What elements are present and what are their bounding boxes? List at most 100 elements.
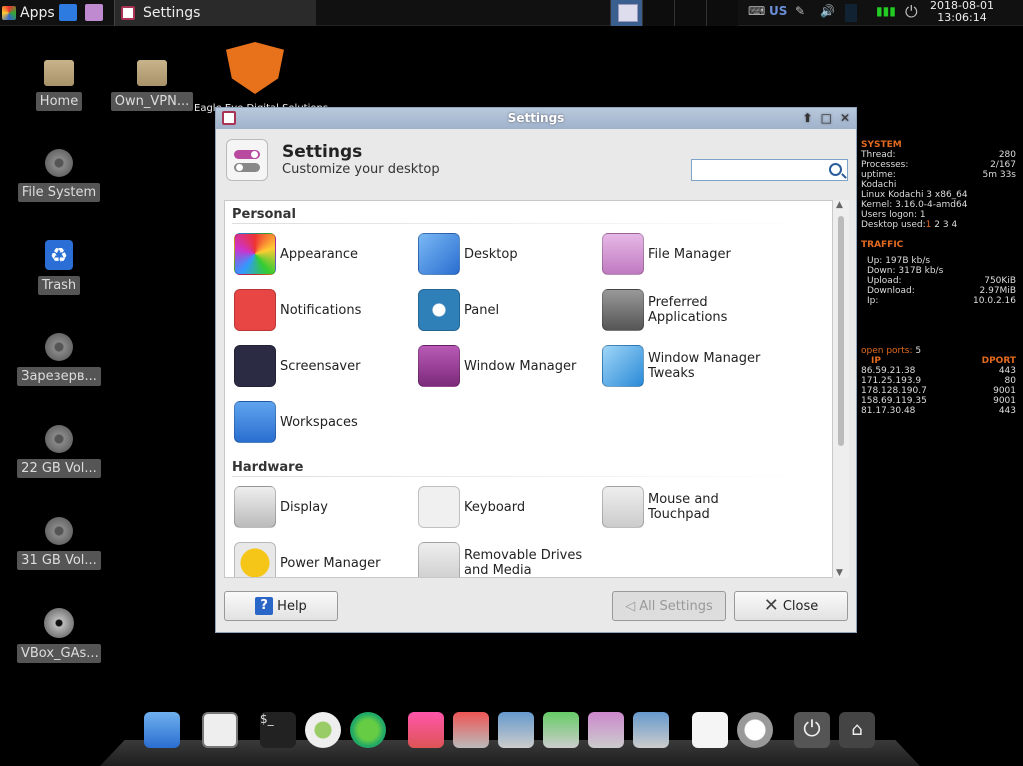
setting-keyboard[interactable]: Keyboard	[418, 485, 598, 529]
clock[interactable]: 2018-08-01 13:06:14	[928, 0, 996, 24]
dock-power-icon[interactable]: ⏻	[794, 712, 830, 748]
setting-label: Removable Drives and Media	[464, 548, 583, 578]
close-icon[interactable]: ✕	[840, 108, 850, 129]
setting-preferred-applications[interactable]: Preferred Applications	[602, 288, 782, 332]
connection-row: 178.128.190.7 9001	[861, 386, 1016, 396]
workspace-3[interactable]	[674, 0, 706, 26]
disk-usage-icon[interactable]	[305, 712, 341, 748]
help-icon: ?	[255, 597, 274, 615]
network-icon[interactable]	[498, 712, 534, 748]
cpu-graph-icon	[845, 4, 857, 22]
desktop-launcher-icon[interactable]	[59, 4, 77, 21]
down-line: Down: 317B kb/s	[867, 266, 944, 276]
desktop-icon-22gb[interactable]: 22 GB Vol...	[17, 422, 101, 482]
volume-icon[interactable]: 🔊	[820, 4, 835, 18]
search-icon[interactable]	[829, 163, 842, 176]
desktop-icon-trash[interactable]: ♻ Trash	[17, 238, 101, 299]
ck-val: 5m 33s	[982, 170, 1017, 180]
close-button[interactable]: ✕ Close	[734, 591, 848, 621]
setting-power-manager[interactable]: Power Manager	[234, 541, 414, 577]
setting-file-manager[interactable]: File Manager	[602, 232, 782, 276]
setting-removable-drives[interactable]: Removable Drives and Media	[418, 541, 598, 578]
folder-home-icon	[44, 60, 74, 86]
setting-display[interactable]: Display	[234, 485, 414, 529]
scrollbar[interactable]: ▲ ▼	[833, 200, 849, 578]
desktop-icon-file-system[interactable]: File System	[17, 146, 101, 206]
package-icon[interactable]	[408, 712, 444, 748]
wifi-icon[interactable]	[633, 712, 669, 748]
apps-menu-button[interactable]: Apps	[2, 3, 55, 23]
page-subtitle: Customize your desktop	[282, 162, 440, 177]
desktop-icon-reserved[interactable]: Зарезерв...	[17, 330, 101, 390]
globe-icon[interactable]	[350, 712, 386, 748]
terminal-icon[interactable]: $_	[260, 712, 296, 748]
search-input[interactable]	[691, 159, 848, 181]
panel-icon	[418, 289, 460, 331]
setting-mouse-touchpad[interactable]: Mouse and Touchpad	[602, 485, 782, 529]
settings-task-icon	[121, 6, 135, 20]
all-settings-button[interactable]: ◁ All Settings	[612, 591, 726, 621]
desktop-icon-home[interactable]: Home	[17, 54, 101, 115]
setting-desktop[interactable]: Desktop	[418, 232, 598, 276]
search-app-icon[interactable]	[737, 712, 773, 748]
setting-label: Display	[280, 499, 328, 515]
apps-logo-icon	[2, 6, 16, 20]
workspaces-icon	[234, 401, 276, 443]
system-monitor: SYSTEM Thread: 280 Processes: 2/167 uptime…	[861, 140, 1016, 416]
setting-window-manager-tweaks[interactable]: Window Manager Tweaks	[602, 344, 782, 388]
setting-notifications[interactable]: Notifications	[234, 288, 414, 332]
notes-icon[interactable]: ✎	[795, 4, 805, 18]
text-editor-icon[interactable]	[692, 712, 728, 748]
desktop-icon-vbox[interactable]: VBox_GAs...	[17, 606, 101, 667]
maximize-icon[interactable]: □	[821, 108, 832, 129]
trash-icon: ♻	[45, 240, 73, 270]
wm-tweaks-icon	[602, 345, 644, 387]
shade-icon[interactable]: ⬆	[803, 108, 813, 129]
setting-panel[interactable]: Panel	[418, 288, 598, 332]
scroll-down-icon[interactable]: ▼	[836, 568, 843, 578]
keyboard-layout[interactable]: US	[769, 4, 787, 18]
workspace-4[interactable]	[706, 0, 738, 26]
taskbar-settings-button[interactable]: Settings	[114, 0, 316, 26]
drive-icon	[45, 425, 73, 453]
mouse-icon	[602, 486, 644, 528]
workspace-1[interactable]	[610, 0, 642, 26]
setting-label: Window Manager	[464, 358, 577, 374]
keyboard-icon[interactable]: ⌨	[748, 4, 765, 18]
workspace-2[interactable]	[642, 0, 674, 26]
setting-window-manager[interactable]: Window Manager	[418, 344, 598, 388]
monitor-icon[interactable]	[144, 712, 180, 748]
toggle-on-icon	[234, 150, 260, 159]
power-manager-icon	[234, 542, 276, 577]
help-button[interactable]: ? Help	[224, 591, 338, 621]
desktop-icon-own-vpn[interactable]: Own_VPN...	[110, 54, 194, 115]
ck-val: 750KiB	[984, 276, 1016, 286]
setting-screensaver[interactable]: Screensaver	[234, 344, 414, 388]
desktop-icon-31gb[interactable]: 31 GB Vol...	[17, 514, 101, 574]
cd-icon	[44, 608, 74, 638]
conn-port: 443	[998, 366, 1016, 376]
power-icon[interactable]: ⏻	[905, 2, 918, 22]
folder-icon	[137, 60, 167, 86]
settings-window: Settings ⬆ □ ✕ Settings Customize your d…	[215, 107, 857, 633]
preferred-apps-icon	[602, 289, 644, 331]
top-panel: Apps Settings ⌨ US ✎ 🔊 ▮▮▮ ⏻ 2018-08-01 …	[0, 0, 1023, 26]
toggle-off-icon	[234, 163, 260, 172]
ck-key: uptime:	[861, 170, 896, 180]
mail-icon[interactable]	[543, 712, 579, 748]
scroll-thumb[interactable]	[838, 216, 844, 446]
window-titlebar[interactable]: Settings ⬆ □ ✕	[216, 108, 856, 129]
ck-row: uptime: 5m 33s	[861, 170, 1016, 180]
ck-row: Download: 2.97MiB	[867, 286, 1016, 296]
setting-label: Workspaces	[280, 414, 358, 430]
tools-icon[interactable]	[453, 712, 489, 748]
file-manager-launcher-icon[interactable]	[85, 4, 103, 21]
files-icon[interactable]	[588, 712, 624, 748]
dock-home-icon[interactable]: ⌂	[839, 712, 875, 748]
help-label: Help	[277, 598, 307, 614]
desktop-icon-label: 22 GB Vol...	[17, 459, 101, 478]
setting-workspaces[interactable]: Workspaces	[234, 400, 414, 444]
settings-icon[interactable]	[202, 712, 238, 748]
scroll-up-icon[interactable]: ▲	[836, 200, 843, 210]
setting-appearance[interactable]: Appearance	[234, 232, 414, 276]
